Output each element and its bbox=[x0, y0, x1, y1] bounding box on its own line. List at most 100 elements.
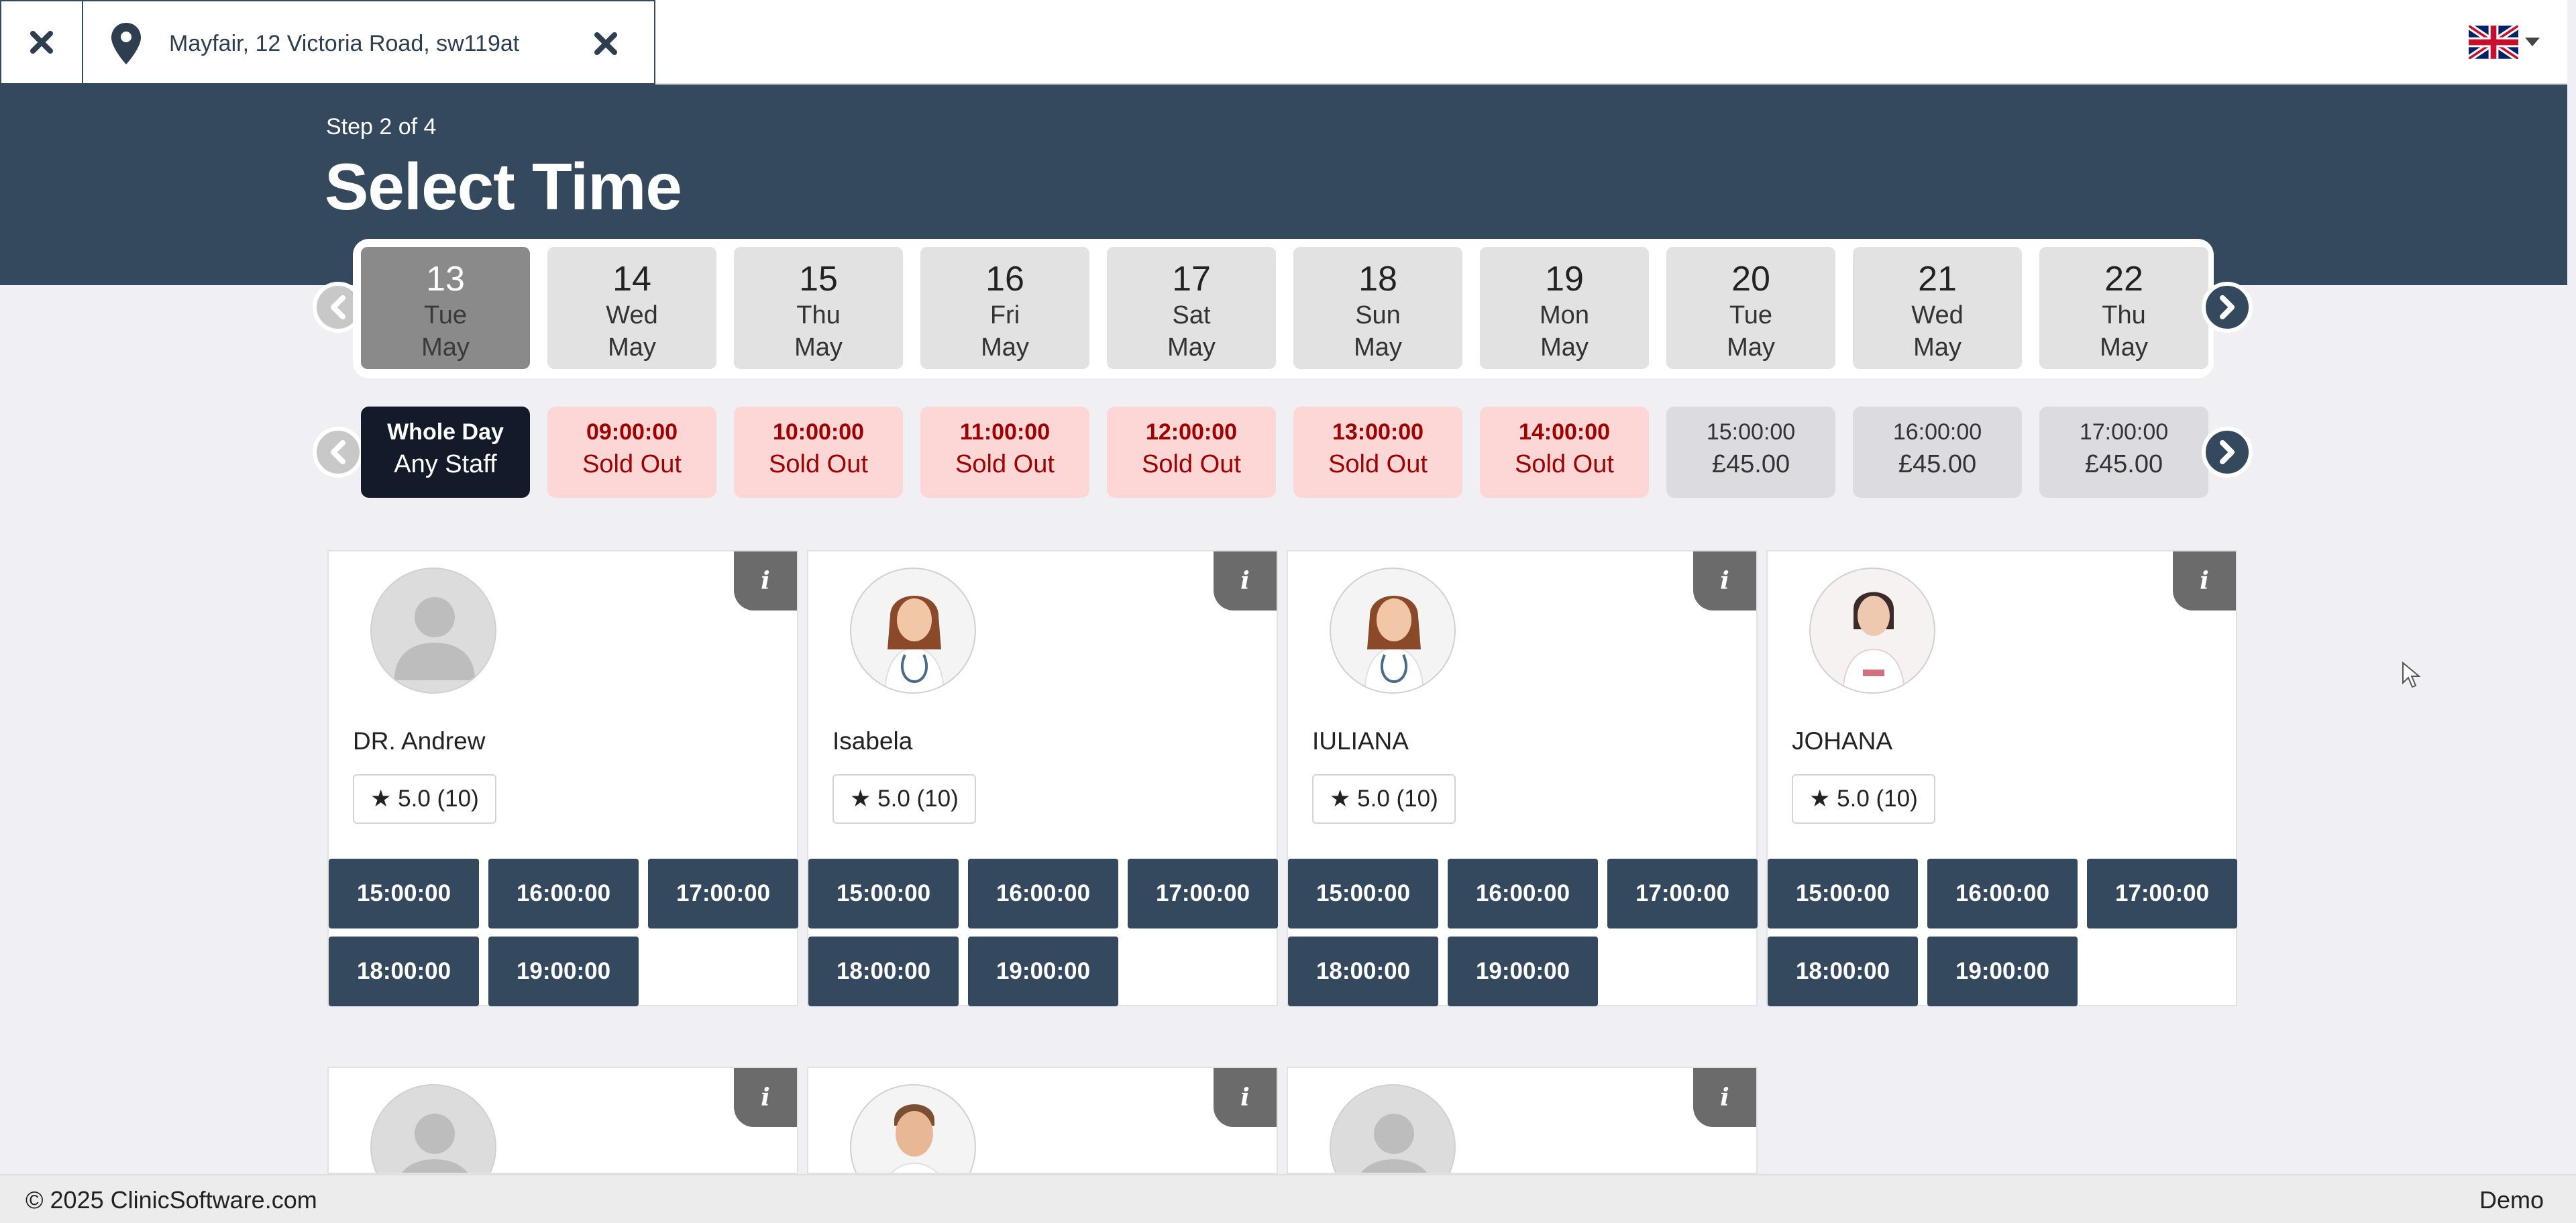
date-month: May bbox=[608, 333, 656, 362]
staff-card: i bbox=[1287, 1067, 1758, 1174]
date-month: May bbox=[2100, 333, 2148, 362]
time-status: Sold Out bbox=[1515, 450, 1614, 478]
time-slot-button[interactable]: 18:00:00 bbox=[808, 937, 959, 1006]
time-slot-button[interactable]: 15:00:00 bbox=[1768, 859, 1918, 928]
date-weekday: Sat bbox=[1172, 301, 1211, 329]
time-option[interactable]: 15:00:00 £45.00 bbox=[1666, 407, 1835, 498]
chevron-left-icon bbox=[331, 440, 345, 464]
date-strip: 13 Tue May 14 Wed May 15 Thu May 16 Fri … bbox=[353, 239, 2214, 378]
info-icon[interactable]: i bbox=[1214, 551, 1277, 610]
date-day: 15 bbox=[799, 260, 838, 299]
star-icon: ★ bbox=[370, 786, 392, 812]
date-day: 17 bbox=[1172, 260, 1211, 299]
avatar bbox=[1330, 568, 1456, 694]
time-label: 15:00:00 bbox=[1706, 419, 1796, 445]
rating-badge: ★ 5.0 (10) bbox=[353, 774, 496, 824]
time-slot-button[interactable]: 15:00:00 bbox=[808, 859, 959, 928]
mouse-cursor-icon bbox=[2402, 661, 2420, 688]
avatar bbox=[1809, 568, 1935, 694]
date-cell[interactable]: 16 Fri May bbox=[920, 247, 1089, 369]
date-cell[interactable]: 18 Sun May bbox=[1293, 247, 1462, 369]
time-slot-button[interactable]: 15:00:00 bbox=[1288, 859, 1438, 928]
time-status: Sold Out bbox=[1142, 450, 1241, 478]
date-cell[interactable]: 22 Thu May bbox=[2039, 247, 2208, 369]
time-slot-button[interactable]: 18:00:00 bbox=[329, 937, 479, 1006]
map-pin-icon bbox=[111, 23, 141, 64]
time-option[interactable]: 12:00:00 Sold Out bbox=[1107, 407, 1276, 498]
avatar bbox=[370, 1084, 496, 1173]
chevron-right-icon bbox=[2220, 295, 2235, 319]
time-slot-button[interactable]: 16:00:00 bbox=[968, 859, 1118, 928]
date-weekday: Fri bbox=[989, 301, 1020, 329]
time-slot-button[interactable]: 16:00:00 bbox=[1927, 859, 2078, 928]
chevron-down-icon[interactable] bbox=[2525, 38, 2540, 47]
time-option[interactable]: 14:00:00 Sold Out bbox=[1480, 407, 1649, 498]
date-day: 20 bbox=[1731, 260, 1770, 299]
staff-name: IULIANA bbox=[1312, 727, 1409, 755]
time-option-whole-day[interactable]: Whole Day Any Staff bbox=[361, 407, 530, 498]
next-dates-button[interactable] bbox=[2202, 282, 2253, 333]
time-slot-button[interactable]: 19:00:00 bbox=[968, 937, 1118, 1006]
info-icon[interactable]: i bbox=[734, 551, 797, 610]
date-cell[interactable]: 19 Mon May bbox=[1480, 247, 1649, 369]
time-slot-button[interactable]: 17:00:00 bbox=[648, 859, 798, 928]
next-times-button[interactable] bbox=[2202, 427, 2253, 478]
time-slot-button[interactable]: 16:00:00 bbox=[1448, 859, 1598, 928]
prev-times-button[interactable] bbox=[313, 427, 364, 478]
demo-label: Demo bbox=[2479, 1186, 2544, 1214]
date-cell[interactable]: 13 Tue May bbox=[361, 247, 530, 369]
uk-flag-icon[interactable] bbox=[2469, 25, 2518, 59]
time-slot-button[interactable]: 15:00:00 bbox=[329, 859, 479, 928]
date-day: 18 bbox=[1358, 260, 1397, 299]
clear-location-icon[interactable] bbox=[593, 31, 619, 56]
time-slot-button[interactable]: 19:00:00 bbox=[488, 937, 639, 1006]
avatar bbox=[850, 1084, 976, 1173]
time-slot-button[interactable]: 18:00:00 bbox=[1288, 937, 1438, 1006]
avatar bbox=[850, 568, 976, 694]
time-slot-button[interactable]: 17:00:00 bbox=[1128, 859, 1278, 928]
info-icon[interactable]: i bbox=[2173, 551, 2236, 610]
date-cell[interactable]: 20 Tue May bbox=[1666, 247, 1835, 369]
location-selector[interactable]: Mayfair, 12 Victoria Road, sw119at bbox=[82, 0, 655, 85]
time-slot-button[interactable]: 18:00:00 bbox=[1768, 937, 1918, 1006]
time-label: 13:00:00 bbox=[1332, 419, 1424, 445]
time-price: £45.00 bbox=[1898, 450, 1977, 478]
info-icon[interactable]: i bbox=[734, 1068, 797, 1127]
staff-card: i bbox=[327, 1067, 798, 1174]
date-weekday: Thu bbox=[796, 301, 841, 329]
date-cell[interactable]: 21 Wed May bbox=[1853, 247, 2022, 369]
time-slot-button[interactable]: 17:00:00 bbox=[2087, 859, 2237, 928]
date-weekday: Tue bbox=[423, 301, 468, 329]
time-slot-button[interactable]: 17:00:00 bbox=[1607, 859, 1758, 928]
info-icon[interactable]: i bbox=[1214, 1068, 1277, 1127]
time-label: Whole Day bbox=[387, 419, 504, 445]
time-option[interactable]: 10:00:00 Sold Out bbox=[734, 407, 903, 498]
star-icon: ★ bbox=[1330, 786, 1351, 812]
time-option[interactable]: 16:00:00 £45.00 bbox=[1853, 407, 2022, 498]
time-option[interactable]: 13:00:00 Sold Out bbox=[1293, 407, 1462, 498]
info-icon[interactable]: i bbox=[1693, 551, 1756, 610]
date-month: May bbox=[1913, 333, 1962, 362]
rating-value: 5.0 (10) bbox=[1837, 786, 1918, 812]
date-day: 19 bbox=[1545, 260, 1584, 299]
time-option[interactable]: 17:00:00 £45.00 bbox=[2039, 407, 2208, 498]
time-slot-button[interactable]: 19:00:00 bbox=[1927, 937, 2078, 1006]
date-day: 21 bbox=[1918, 260, 1957, 299]
location-address: Mayfair, 12 Victoria Road, sw119at bbox=[169, 31, 520, 56]
time-option[interactable]: 11:00:00 Sold Out bbox=[920, 407, 1089, 498]
date-month: May bbox=[1167, 333, 1216, 362]
close-button[interactable] bbox=[0, 0, 83, 85]
info-icon[interactable]: i bbox=[1693, 1068, 1756, 1127]
date-cell[interactable]: 14 Wed May bbox=[547, 247, 716, 369]
date-cell[interactable]: 17 Sat May bbox=[1107, 247, 1276, 369]
date-weekday: Thu bbox=[2102, 301, 2146, 329]
time-label: 14:00:00 bbox=[1518, 419, 1611, 445]
time-option[interactable]: 09:00:00 Sold Out bbox=[547, 407, 716, 498]
time-slot-button[interactable]: 16:00:00 bbox=[488, 859, 639, 928]
time-label: 09:00:00 bbox=[586, 419, 678, 445]
star-icon: ★ bbox=[850, 786, 871, 812]
time-slot-button[interactable]: 19:00:00 bbox=[1448, 937, 1598, 1006]
chevron-right-icon bbox=[2220, 440, 2235, 464]
date-cell[interactable]: 15 Thu May bbox=[734, 247, 903, 369]
date-day: 14 bbox=[612, 260, 651, 299]
